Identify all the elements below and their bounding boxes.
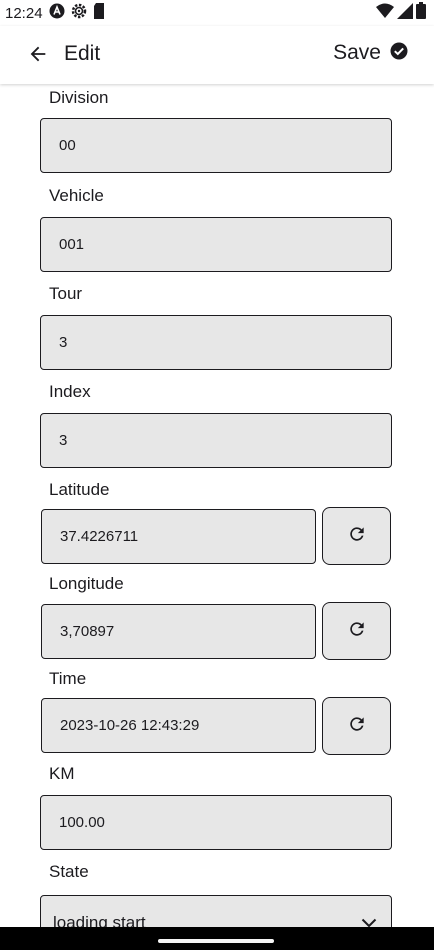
wifi-icon bbox=[376, 3, 394, 24]
chevron-down-icon bbox=[361, 913, 381, 928]
state-select-value: loading start bbox=[53, 912, 146, 928]
division-label: Division bbox=[49, 88, 109, 107]
tour-field[interactable]: 3 bbox=[40, 315, 392, 370]
cell-signal-icon bbox=[397, 2, 413, 24]
vehicle-label: Vehicle bbox=[49, 186, 104, 205]
state-label: State bbox=[49, 862, 89, 881]
status-left: 12:24 bbox=[5, 2, 105, 24]
latitude-label: Latitude bbox=[49, 480, 110, 499]
latitude-field[interactable]: 37.4226711 bbox=[41, 509, 316, 564]
form-scroll-area[interactable]: Division 00 Vehicle 001 Tour 3 Index 3 L… bbox=[0, 84, 434, 927]
app-bar: Edit Save bbox=[0, 26, 434, 84]
status-right bbox=[376, 2, 426, 24]
check-circle-icon bbox=[390, 42, 408, 65]
arrow-left-icon bbox=[27, 43, 49, 70]
index-field[interactable]: 3 bbox=[40, 413, 392, 468]
status-time: 12:24 bbox=[5, 4, 43, 22]
division-field[interactable]: 00 bbox=[40, 118, 392, 173]
back-button[interactable] bbox=[24, 42, 52, 70]
time-refresh-button[interactable] bbox=[322, 697, 391, 755]
refresh-icon bbox=[347, 619, 367, 644]
save-label: Save bbox=[333, 41, 381, 64]
battery-icon bbox=[416, 2, 426, 24]
settings-gear-icon bbox=[71, 3, 87, 24]
refresh-icon bbox=[347, 714, 367, 739]
tour-label: Tour bbox=[49, 284, 83, 303]
save-button[interactable]: Save bbox=[333, 38, 408, 68]
longitude-label: Longitude bbox=[49, 574, 124, 593]
refresh-icon bbox=[347, 524, 367, 549]
vehicle-field[interactable]: 001 bbox=[40, 217, 392, 272]
a-badge-icon bbox=[49, 3, 65, 24]
km-label: KM bbox=[49, 764, 75, 783]
time-field[interactable]: 2023-10-26 12:43:29 bbox=[41, 698, 316, 753]
longitude-field[interactable]: 3,70897 bbox=[41, 604, 316, 659]
sd-card-icon bbox=[93, 2, 105, 24]
home-gesture-handle[interactable] bbox=[158, 939, 274, 943]
longitude-refresh-button[interactable] bbox=[322, 602, 391, 660]
time-label: Time bbox=[49, 669, 87, 688]
navigation-bar bbox=[0, 927, 434, 950]
page-title: Edit bbox=[64, 42, 101, 65]
km-field[interactable]: 100.00 bbox=[40, 795, 392, 850]
status-bar: 12:24 bbox=[0, 0, 434, 26]
latitude-refresh-button[interactable] bbox=[322, 507, 391, 565]
state-select[interactable]: loading start bbox=[40, 895, 392, 927]
index-label: Index bbox=[49, 382, 91, 401]
